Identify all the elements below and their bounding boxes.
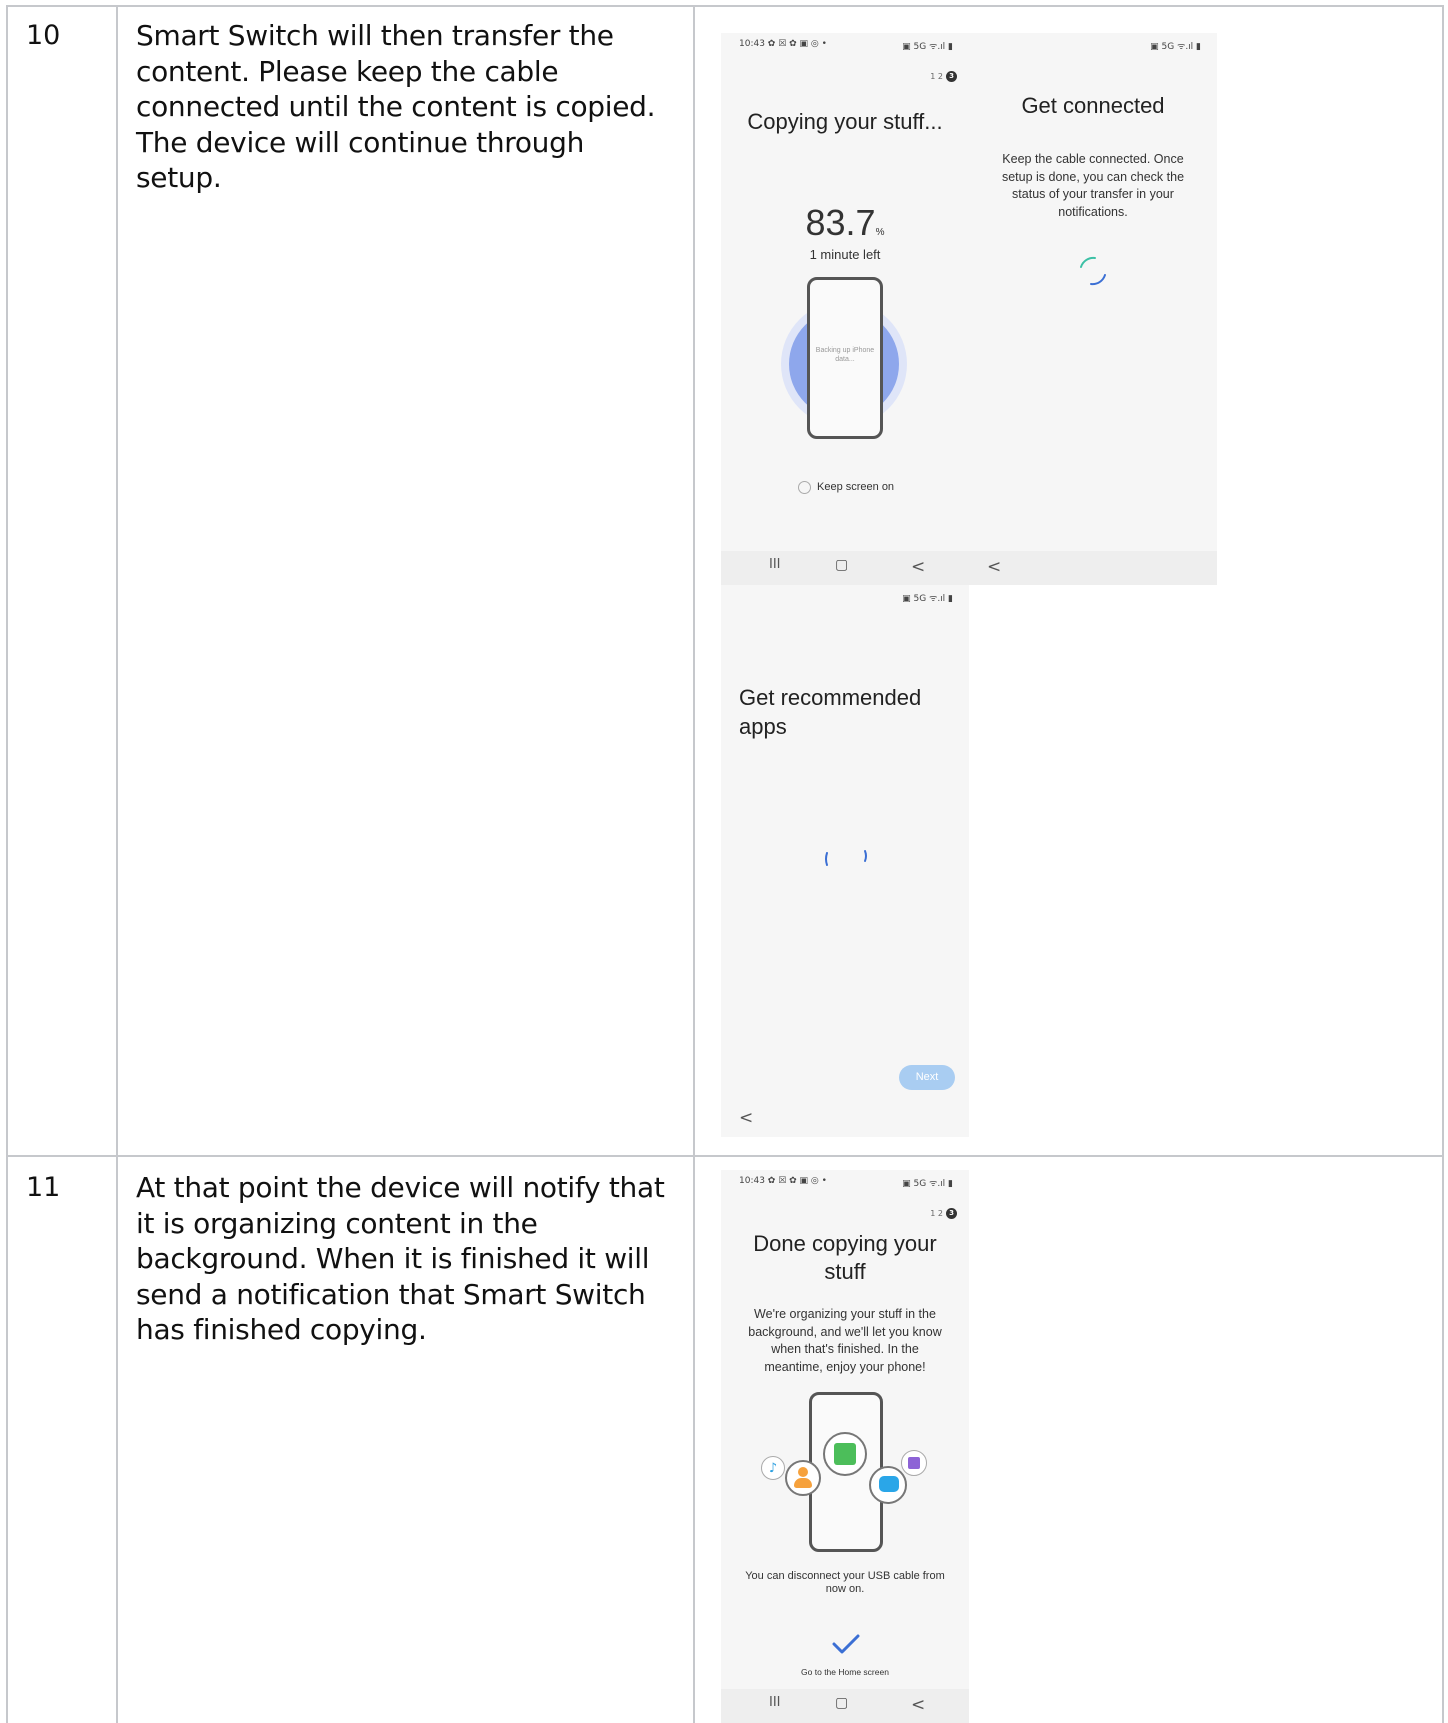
step-indicator: 1 23 — [930, 1208, 957, 1219]
recents-button[interactable]: III — [769, 557, 781, 572]
loading-spinner-icon — [825, 850, 867, 866]
keep-screen-radio[interactable] — [798, 481, 811, 494]
percent-unit: % — [875, 227, 885, 238]
step-numbers: 1 2 — [930, 72, 943, 81]
column-divider — [116, 7, 118, 1723]
go-home-label[interactable]: Go to the Home screen — [721, 1664, 969, 1682]
step-description: Smart Switch will then transfer the cont… — [136, 19, 656, 194]
next-button[interactable]: Next — [899, 1065, 955, 1090]
progress-percent: 83.7% — [721, 202, 969, 244]
home-button[interactable]: ▢ — [835, 557, 848, 573]
keep-screen-label: Keep screen on — [817, 481, 895, 493]
usb-disconnect-text: You can disconnect your USB cable from n… — [745, 1570, 945, 1595]
back-button[interactable]: < — [987, 557, 1001, 577]
step-number: 10 — [26, 20, 61, 51]
column-divider — [693, 7, 695, 1723]
step-description: At that point the device will notify tha… — [136, 1171, 665, 1346]
checkmark-icon[interactable] — [831, 1632, 861, 1656]
screen-title: Get recommended apps — [739, 685, 922, 739]
status-bar-right: ▣ 5G ᯤ.ıl ▮ — [902, 42, 953, 52]
percent-value: 83.7 — [805, 202, 876, 243]
nav-bar: III ▢ < — [721, 1689, 969, 1723]
step-indicator: 1 23 — [930, 71, 957, 82]
messages-icon — [869, 1466, 907, 1504]
screenshot-copying: 10:43 ✿ ☒ ✿ ▣ ◎ • ▣ 5G ᯤ.ıl ▮ 1 23 Copyi… — [721, 33, 969, 585]
screenshot-done-copying: 10:43 ✿ ☒ ✿ ▣ ◎ • ▣ 5G ᯤ.ıl ▮ 1 23 Done … — [721, 1170, 969, 1723]
step-numbers: 1 2 — [930, 1209, 943, 1218]
back-button[interactable]: < — [911, 557, 925, 577]
loading-spinner-icon — [1080, 256, 1106, 286]
music-icon: ♪ — [761, 1456, 785, 1480]
screen-text: Keep the cable connected. Once setup is … — [1001, 152, 1185, 219]
back-button[interactable]: < — [739, 1108, 753, 1128]
time-left: 1 minute left — [809, 247, 881, 262]
status-bar-right: ▣ 5G ᯤ.ıl ▮ — [902, 594, 953, 604]
recents-button[interactable]: III — [769, 1695, 781, 1710]
screen-title: Copying your stuff... — [747, 109, 943, 134]
active-step: 3 — [946, 1208, 957, 1219]
nav-bar: III ▢ < — [721, 551, 969, 585]
screenshot-get-connected: ▣ 5G ᯤ.ıl ▮ Get connected Keep the cable… — [969, 33, 1217, 585]
screen-title: Done copying your stuff — [753, 1231, 937, 1284]
status-bar-right: ▣ 5G ᯤ.ıl ▮ — [1150, 42, 1201, 52]
gallery-icon — [823, 1432, 867, 1476]
status-bar-right: ▣ 5G ᯤ.ıl ▮ — [902, 1179, 953, 1189]
status-bar-left: 10:43 ✿ ☒ ✿ ▣ ◎ • — [739, 39, 827, 49]
screenshot-recommended-apps: ▣ 5G ᯤ.ıl ▮ Get recommended apps Next < — [721, 585, 969, 1137]
back-button[interactable]: < — [911, 1695, 925, 1715]
row-divider — [8, 1155, 1442, 1157]
screen-title: Get connected — [1021, 93, 1165, 118]
phone-illustration: Backing up iPhone data... — [807, 277, 883, 439]
phone-status-text: Backing up iPhone data... — [815, 347, 875, 363]
nav-bar: < — [969, 551, 1217, 585]
screen-text: We're organizing your stuff in the backg… — [748, 1307, 942, 1374]
home-button[interactable]: ▢ — [835, 1695, 848, 1711]
active-step: 3 — [946, 71, 957, 82]
contacts-icon — [785, 1460, 821, 1496]
step-number: 11 — [26, 1172, 61, 1203]
video-icon — [901, 1450, 927, 1476]
status-bar-left: 10:43 ✿ ☒ ✿ ▣ ◎ • — [739, 1176, 827, 1186]
